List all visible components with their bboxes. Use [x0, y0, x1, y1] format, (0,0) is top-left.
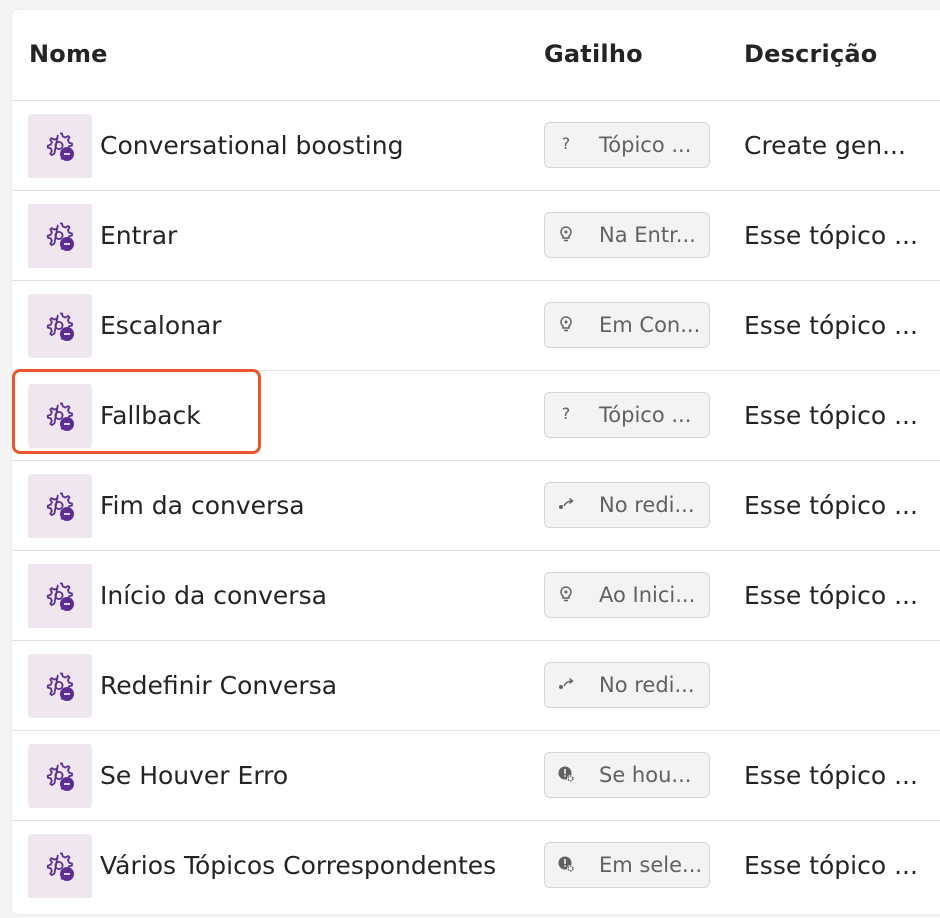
topic-name[interactable]: Fallback	[100, 401, 201, 430]
trigger-label: Tópico ...	[599, 133, 692, 157]
table-row-6[interactable]: Início da conversa Ao Inici... Esse tópi…	[12, 551, 940, 641]
topic-gear-chat-icon	[28, 654, 92, 718]
topic-name[interactable]: Fim da conversa	[100, 491, 305, 520]
bulb-icon	[557, 225, 575, 243]
topic-description: Esse tópico ...	[744, 851, 918, 880]
topic-name[interactable]: Se Houver Erro	[100, 761, 288, 790]
trigger-chip[interactable]: Ao Inici...	[544, 572, 710, 618]
topic-gear-chat-icon	[28, 744, 92, 808]
trigger-label: Tópico ...	[599, 403, 692, 427]
topic-name[interactable]: Conversational boosting	[100, 131, 403, 160]
error-gear-icon	[557, 765, 575, 783]
question-icon: ?	[561, 134, 571, 153]
topic-name[interactable]: Redefinir Conversa	[100, 671, 337, 700]
table-header: Nome Gatilho Descrição	[12, 10, 940, 101]
trigger-label: Em Con...	[599, 313, 701, 337]
table-row-1[interactable]: Conversational boosting ? Tópico ... Cre…	[12, 101, 940, 191]
topic-gear-chat-icon	[28, 294, 92, 358]
topic-gear-chat-icon	[28, 834, 92, 898]
topic-description: Esse tópico ...	[744, 311, 918, 340]
topic-gear-chat-icon	[28, 384, 92, 448]
trigger-label: No redi...	[599, 673, 695, 697]
table-row-8[interactable]: Se Houver Erro Se hou... Esse tópico ...	[12, 731, 940, 821]
topic-name[interactable]: Vários Tópicos Correspondentes	[100, 851, 496, 880]
topic-description: Create gen...	[744, 131, 906, 160]
column-header-description[interactable]: Descrição	[744, 40, 877, 68]
topic-description: Esse tópico ...	[744, 491, 918, 520]
topic-description: Esse tópico ...	[744, 761, 918, 790]
topic-gear-chat-icon	[28, 564, 92, 628]
trigger-label: Na Entr...	[599, 223, 696, 247]
trigger-label: No redi...	[599, 493, 695, 517]
redirect-icon	[557, 495, 575, 513]
question-icon: ?	[561, 404, 571, 423]
table-row-9[interactable]: Vários Tópicos Correspondentes Em sele..…	[12, 821, 940, 910]
trigger-label: Se hou...	[599, 763, 692, 787]
topic-gear-chat-icon	[28, 474, 92, 538]
table-row-2[interactable]: Entrar Na Entr... Esse tópico ...	[12, 191, 940, 281]
trigger-chip[interactable]: ? Tópico ...	[544, 122, 710, 168]
trigger-label: Em sele...	[599, 853, 703, 877]
trigger-chip[interactable]: No redi...	[544, 482, 710, 528]
trigger-chip[interactable]: Em sele...	[544, 842, 710, 888]
topic-name[interactable]: Início da conversa	[100, 581, 327, 610]
table-body: Conversational boosting ? Tópico ... Cre…	[12, 101, 940, 910]
table-row-3[interactable]: Escalonar Em Con... Esse tópico ...	[12, 281, 940, 371]
trigger-chip[interactable]: Se hou...	[544, 752, 710, 798]
table-row-4[interactable]: Fallback ? Tópico ... Esse tópico ...	[12, 371, 940, 461]
redirect-icon	[557, 675, 575, 693]
topic-description: Esse tópico ...	[744, 221, 918, 250]
trigger-chip[interactable]: Na Entr...	[544, 212, 710, 258]
topic-gear-chat-icon	[28, 114, 92, 178]
bulb-icon	[557, 585, 575, 603]
bulb-icon	[557, 315, 575, 333]
table-row-5[interactable]: Fim da conversa No redi... Esse tópico .…	[12, 461, 940, 551]
topic-gear-chat-icon	[28, 204, 92, 268]
topics-table: Nome Gatilho Descrição Conversational bo…	[12, 10, 940, 914]
trigger-label: Ao Inici...	[599, 583, 696, 607]
topic-description: Esse tópico ...	[744, 581, 918, 610]
column-header-trigger[interactable]: Gatilho	[544, 40, 643, 68]
trigger-chip[interactable]: ? Tópico ...	[544, 392, 710, 438]
topic-name[interactable]: Escalonar	[100, 311, 222, 340]
table-row-7[interactable]: Redefinir Conversa No redi...	[12, 641, 940, 731]
topic-name[interactable]: Entrar	[100, 221, 177, 250]
column-header-name[interactable]: Nome	[29, 40, 108, 68]
trigger-chip[interactable]: Em Con...	[544, 302, 710, 348]
trigger-chip[interactable]: No redi...	[544, 662, 710, 708]
error-gear-icon	[557, 855, 575, 873]
topic-description: Esse tópico ...	[744, 401, 918, 430]
